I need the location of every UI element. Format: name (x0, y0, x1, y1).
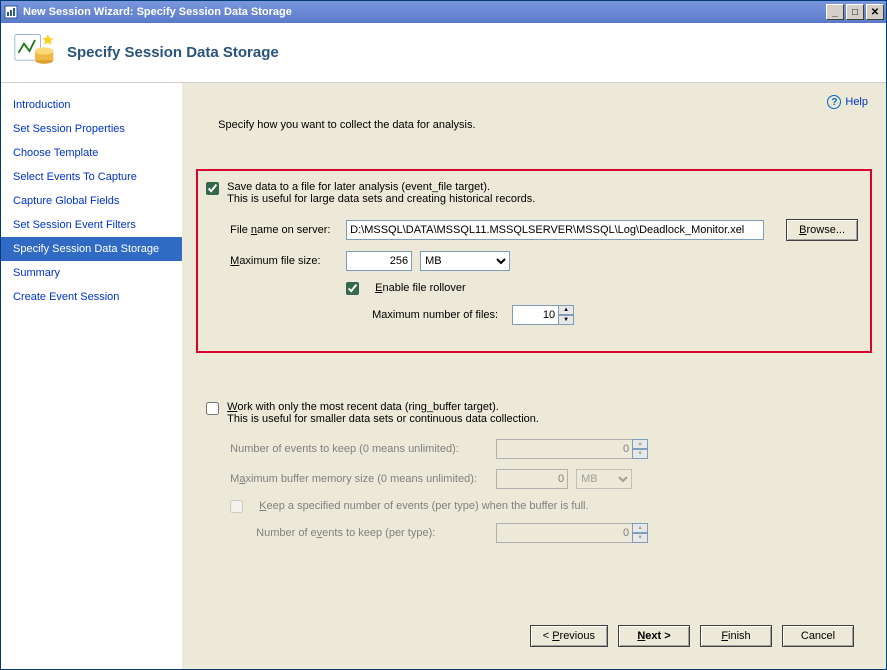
main-panel: ? Help Specify how you want to collect t… (182, 83, 886, 669)
nav-introduction[interactable]: Introduction (1, 93, 182, 117)
nav-set-session-properties[interactable]: Set Session Properties (1, 117, 182, 141)
num-events-input (496, 439, 632, 459)
num-per-type-input (496, 523, 632, 543)
app-icon (3, 4, 19, 20)
instruction-text: Specify how you want to collect the data… (218, 119, 872, 131)
spin-down-icon[interactable]: ▼ (558, 315, 574, 325)
titlebar: New Session Wizard: Specify Session Data… (1, 1, 886, 23)
nav-select-events[interactable]: Select Events To Capture (1, 165, 182, 189)
spin-down-icon: ▼ (632, 449, 648, 459)
help-icon: ? (827, 95, 841, 109)
maximize-button[interactable]: □ (846, 4, 864, 20)
help-link[interactable]: ? Help (827, 95, 868, 109)
wizard-body: Introduction Set Session Properties Choo… (1, 83, 886, 669)
ring-buffer-section: Work with only the most recent data (rin… (196, 389, 872, 571)
spin-down-icon: ▼ (632, 533, 648, 543)
nav-create-event-session[interactable]: Create Event Session (1, 285, 182, 309)
ring-buffer-sub: This is useful for smaller data sets or … (227, 413, 539, 425)
close-button[interactable]: ✕ (866, 4, 884, 20)
help-label: Help (845, 96, 868, 108)
minimize-button[interactable]: _ (826, 4, 844, 20)
wizard-footer: < Previous Next > Finish Cancel (196, 611, 872, 661)
ring-buffer-label: Work with only the most recent data (rin… (227, 401, 539, 413)
spin-up-icon: ▲ (632, 439, 648, 449)
max-mem-label: Maximum buffer memory size (0 means unli… (230, 473, 488, 485)
file-name-label: File name on server: (230, 224, 338, 236)
max-files-input[interactable] (512, 305, 558, 325)
window-controls: _ □ ✕ (826, 4, 884, 20)
max-size-label: Maximum file size: (230, 255, 338, 267)
file-name-input[interactable] (346, 220, 764, 240)
num-events-spinner: ▲▼ (496, 439, 648, 459)
window-title: New Session Wizard: Specify Session Data… (23, 6, 826, 18)
browse-button[interactable]: Browse... (786, 219, 858, 241)
wizard-icon (13, 29, 57, 76)
max-size-unit-select[interactable]: MB (420, 251, 510, 271)
max-files-label: Maximum number of files: (372, 309, 504, 321)
num-per-type-label: Number of events to keep (per type): (256, 527, 488, 539)
keep-per-type-checkbox (230, 500, 243, 513)
max-mem-input (496, 469, 568, 489)
spin-up-icon[interactable]: ▲ (558, 305, 574, 315)
page-title: Specify Session Data Storage (67, 44, 279, 61)
wizard-header: Specify Session Data Storage (1, 23, 886, 83)
max-size-input[interactable] (346, 251, 412, 271)
spin-up-icon: ▲ (632, 523, 648, 533)
next-button[interactable]: Next > (618, 625, 690, 647)
rollover-label: Enable file rollover (375, 282, 466, 294)
event-file-section: Save data to a file for later analysis (… (196, 169, 872, 353)
nav-specify-data-storage[interactable]: Specify Session Data Storage (1, 237, 182, 261)
nav-capture-global-fields[interactable]: Capture Global Fields (1, 189, 182, 213)
nav-choose-template[interactable]: Choose Template (1, 141, 182, 165)
max-files-spinner[interactable]: ▲▼ (512, 305, 574, 325)
cancel-button[interactable]: Cancel (782, 625, 854, 647)
ring-buffer-checkbox[interactable] (206, 402, 219, 415)
sidebar: Introduction Set Session Properties Choo… (1, 83, 182, 669)
num-events-label: Number of events to keep (0 means unlimi… (230, 443, 488, 455)
nav-set-event-filters[interactable]: Set Session Event Filters (1, 213, 182, 237)
max-mem-unit-select: MB (576, 469, 632, 489)
finish-button[interactable]: Finish (700, 625, 772, 647)
event-file-checkbox[interactable] (206, 182, 219, 195)
num-per-type-spinner: ▲▼ (496, 523, 648, 543)
event-file-label: Save data to a file for later analysis (… (227, 181, 535, 193)
nav-summary[interactable]: Summary (1, 261, 182, 285)
keep-per-type-label: Keep a specified number of events (per t… (259, 500, 588, 512)
previous-button[interactable]: < Previous (530, 625, 608, 647)
wizard-window: New Session Wizard: Specify Session Data… (0, 0, 887, 670)
rollover-checkbox[interactable] (346, 282, 359, 295)
event-file-sub: This is useful for large data sets and c… (227, 193, 535, 205)
